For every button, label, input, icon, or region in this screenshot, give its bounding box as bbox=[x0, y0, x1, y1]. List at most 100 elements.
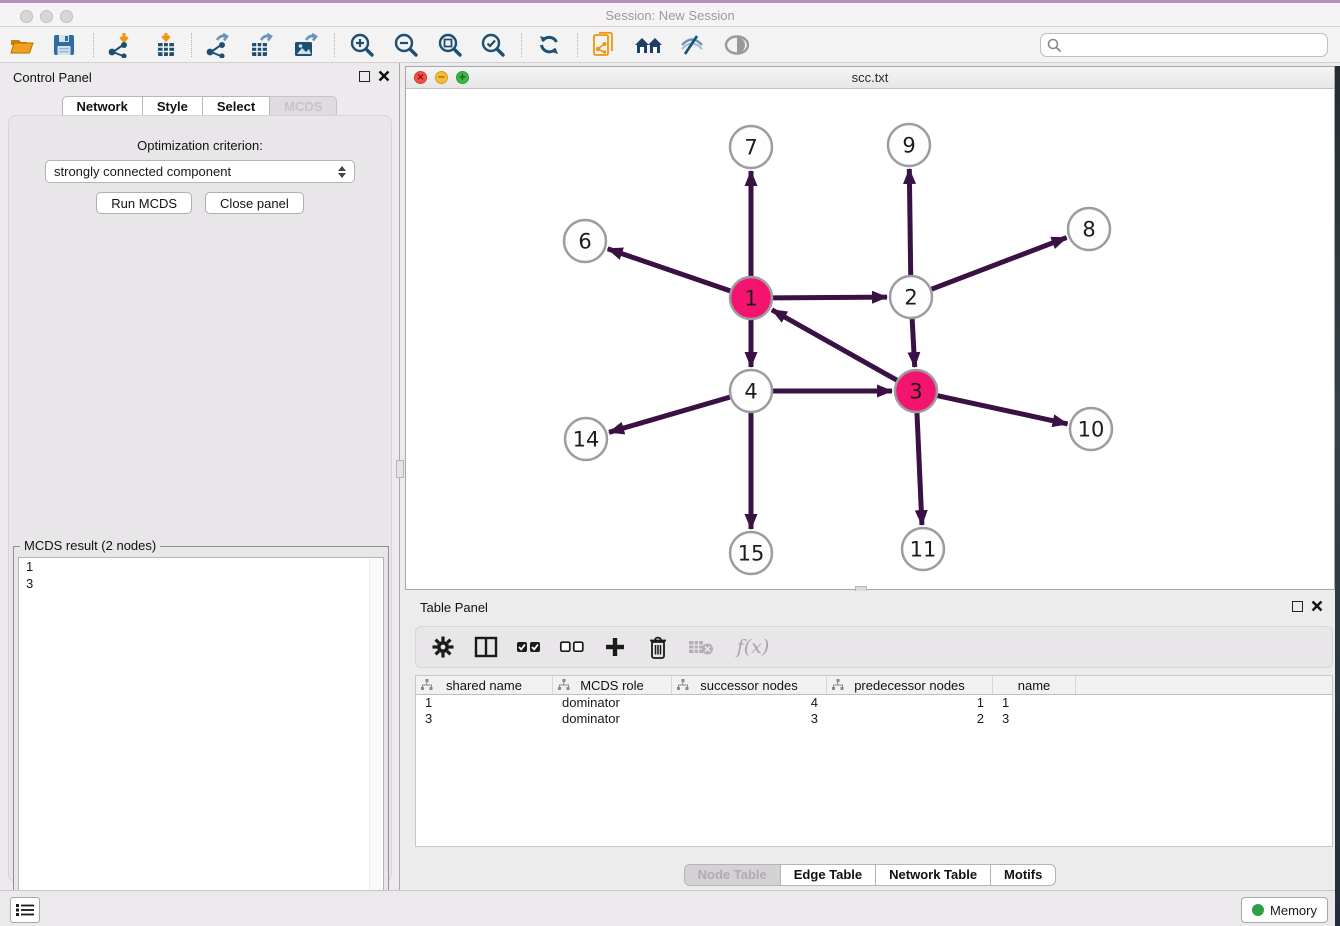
show-graphics-details-icon bbox=[723, 32, 751, 58]
delete-column-button[interactable] bbox=[645, 634, 671, 660]
graph-node-11[interactable]: 11 bbox=[902, 528, 944, 570]
export-table-button[interactable] bbox=[246, 30, 276, 60]
toolbar-separator bbox=[93, 33, 94, 57]
tab-network-table[interactable]: Network Table bbox=[876, 864, 991, 886]
save-icon bbox=[51, 32, 77, 58]
function-builder-button[interactable]: f(x) bbox=[731, 634, 775, 660]
close-table-panel-icon[interactable] bbox=[1311, 600, 1323, 612]
graph-edge-3-1[interactable] bbox=[772, 310, 897, 380]
search-input[interactable] bbox=[1062, 38, 1327, 53]
zoom-selected-icon bbox=[480, 32, 506, 58]
column-header-successor-nodes[interactable]: successor nodes bbox=[672, 676, 827, 694]
column-header-name[interactable]: name bbox=[993, 676, 1076, 694]
graph-edge-2-8[interactable] bbox=[932, 238, 1067, 290]
network-canvas[interactable]: 7 9 6 8 1 2 4 3 14 10 15 11 bbox=[406, 89, 1334, 589]
mcds-result-group: MCDS result (2 nodes) 1 3 bbox=[13, 546, 389, 926]
table-cell-filler bbox=[1076, 695, 1332, 711]
table-cell[interactable]: dominator bbox=[553, 695, 672, 711]
float-panel-icon[interactable] bbox=[359, 71, 370, 82]
column-header-filler bbox=[1076, 676, 1332, 694]
column-header-mcds-role[interactable]: MCDS role bbox=[553, 676, 672, 694]
first-neighbors-button[interactable] bbox=[634, 30, 664, 60]
graph-edge-2-3[interactable] bbox=[912, 319, 915, 367]
svg-text:6: 6 bbox=[578, 230, 591, 254]
desktop-background-edge bbox=[1335, 66, 1340, 926]
graph-edge-1-2[interactable] bbox=[773, 297, 887, 298]
task-list-icon bbox=[16, 903, 34, 917]
mcds-result-textarea[interactable]: 1 3 bbox=[18, 557, 384, 924]
criterion-dropdown[interactable]: strongly connected component bbox=[45, 160, 355, 183]
panel-divider-grip[interactable] bbox=[396, 460, 404, 478]
graph-edge-1-6[interactable] bbox=[608, 249, 730, 291]
graph-node-9[interactable]: 9 bbox=[888, 124, 930, 166]
zoom-in-button[interactable] bbox=[347, 30, 377, 60]
delete-table-button[interactable] bbox=[688, 634, 714, 660]
graph-edge-4-14[interactable] bbox=[609, 397, 730, 432]
graph-node-10[interactable]: 10 bbox=[1070, 408, 1112, 450]
search-field[interactable] bbox=[1040, 33, 1328, 57]
graph-node-14[interactable]: 14 bbox=[565, 418, 607, 460]
table-cell[interactable]: 3 bbox=[993, 711, 1076, 727]
graph-edge-3-10[interactable] bbox=[937, 396, 1067, 424]
save-session-button[interactable] bbox=[49, 30, 79, 60]
task-history-button[interactable] bbox=[10, 897, 40, 923]
zoom-selected-button[interactable] bbox=[478, 30, 508, 60]
graph-node-1[interactable]: 1 bbox=[730, 277, 772, 319]
svg-text:9: 9 bbox=[902, 134, 915, 158]
table-cell[interactable]: 1 bbox=[827, 695, 993, 711]
svg-text:2: 2 bbox=[904, 286, 917, 310]
graph-node-8[interactable]: 8 bbox=[1068, 208, 1110, 250]
memory-button[interactable]: Memory bbox=[1241, 897, 1328, 923]
hide-selected-button[interactable] bbox=[677, 30, 707, 60]
table-cell[interactable]: 1 bbox=[993, 695, 1076, 711]
table-settings-button[interactable] bbox=[430, 634, 456, 660]
table-row[interactable]: 3dominator323 bbox=[416, 711, 1332, 727]
graph-node-6[interactable]: 6 bbox=[564, 220, 606, 262]
import-table-icon bbox=[153, 32, 179, 58]
open-session-button[interactable] bbox=[7, 30, 37, 60]
create-column-button[interactable] bbox=[602, 634, 628, 660]
run-mcds-button[interactable]: Run MCDS bbox=[96, 192, 192, 214]
graph-node-3[interactable]: 3 bbox=[895, 370, 937, 412]
result-scrollbar[interactable] bbox=[369, 559, 382, 922]
close-panel-button[interactable]: Close panel bbox=[205, 192, 304, 214]
close-panel-icon[interactable] bbox=[378, 70, 390, 82]
graph-edge-3-11[interactable] bbox=[917, 413, 922, 525]
new-network-from-selection-button[interactable] bbox=[590, 30, 620, 60]
memory-status-icon bbox=[1252, 904, 1264, 916]
column-header-shared-name[interactable]: shared name bbox=[416, 676, 553, 694]
show-column-panel-button[interactable] bbox=[473, 634, 499, 660]
export-network-button[interactable] bbox=[203, 30, 233, 60]
column-header-predecessor-nodes[interactable]: predecessor nodes bbox=[827, 676, 993, 694]
table-cell[interactable]: dominator bbox=[553, 711, 672, 727]
float-table-panel-icon[interactable] bbox=[1292, 601, 1303, 612]
tab-node-table[interactable]: Node Table bbox=[684, 864, 781, 886]
graph-node-15[interactable]: 15 bbox=[730, 532, 772, 574]
table-cell[interactable]: 2 bbox=[827, 711, 993, 727]
show-graphics-details-button[interactable] bbox=[722, 30, 752, 60]
optimization-criterion-label: Optimization criterion: bbox=[9, 138, 391, 153]
zoom-fit-button[interactable] bbox=[435, 30, 465, 60]
table-cell[interactable]: 3 bbox=[672, 711, 827, 727]
network-window-titlebar[interactable]: × − + scc.txt bbox=[406, 67, 1334, 89]
tab-motifs[interactable]: Motifs bbox=[991, 864, 1056, 886]
graph-node-7[interactable]: 7 bbox=[730, 126, 772, 168]
refresh-button[interactable] bbox=[534, 30, 564, 60]
import-table-button[interactable] bbox=[151, 30, 181, 60]
mcds-result-title: MCDS result (2 nodes) bbox=[20, 538, 160, 553]
graph-node-4[interactable]: 4 bbox=[730, 370, 772, 412]
select-all-button[interactable] bbox=[516, 634, 542, 660]
export-image-button[interactable] bbox=[290, 30, 320, 60]
mcds-panel: Optimization criterion: strongly connect… bbox=[8, 115, 392, 882]
open-folder-icon bbox=[9, 32, 35, 58]
deselect-all-button[interactable] bbox=[559, 634, 585, 660]
graph-edge-2-9[interactable] bbox=[909, 169, 910, 275]
table-cell[interactable]: 1 bbox=[416, 695, 553, 711]
zoom-out-button[interactable] bbox=[391, 30, 421, 60]
table-row[interactable]: 1dominator411 bbox=[416, 695, 1332, 711]
table-cell[interactable]: 3 bbox=[416, 711, 553, 727]
import-network-button[interactable] bbox=[105, 30, 135, 60]
table-cell[interactable]: 4 bbox=[672, 695, 827, 711]
graph-node-2[interactable]: 2 bbox=[890, 276, 932, 318]
tab-edge-table[interactable]: Edge Table bbox=[781, 864, 876, 886]
